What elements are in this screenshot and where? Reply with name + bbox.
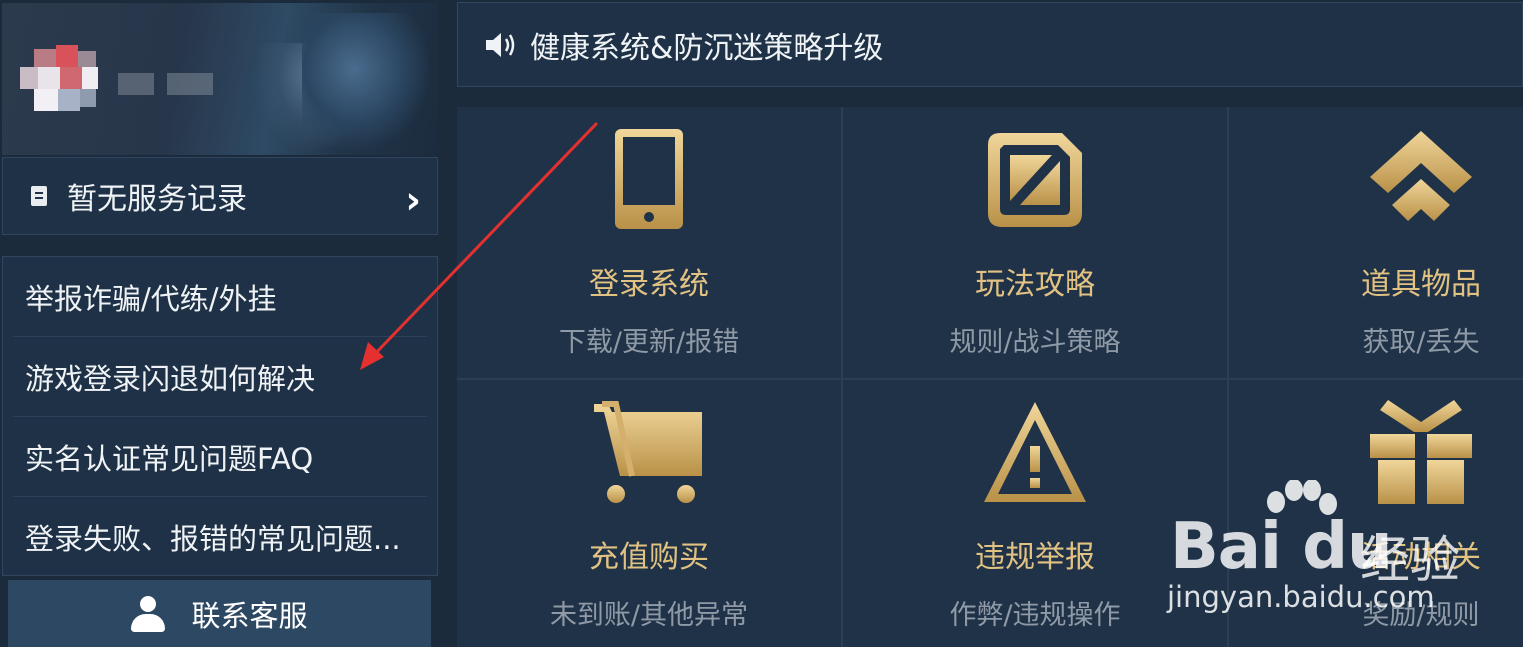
profile-banner [2,3,438,155]
tile-login-system[interactable]: 登录系统 下载/更新/报错 [457,107,841,378]
speaker-icon [486,32,515,57]
tablet-icon [615,129,683,229]
chevron-up-icon [1370,131,1472,221]
avatar[interactable] [20,45,100,115]
tile-title: 道具物品 [1361,267,1481,302]
warning-icon [984,402,1086,502]
tile-title: 违规举报 [975,540,1095,575]
gift-icon [1370,400,1472,504]
tile-violation-report[interactable]: 违规举报 作弊/违规操作 [843,380,1227,647]
notice-text: 健康系统&防沉迷策略升级 [530,30,884,66]
faq-item-login-error[interactable]: 登录失败、报错的常见问题... [13,497,427,576]
faq-list: 举报诈骗/代练/外挂 游戏登录闪退如何解决 实名认证常见问题FAQ 登录失败、报… [2,256,438,576]
tile-subtitle: 作弊/违规操作 [949,600,1121,631]
service-record-label: 暂无服务记录 [67,182,247,217]
tile-title: 活动相关 [1361,540,1481,575]
service-record-row[interactable]: 暂无服务记录 › [2,157,438,235]
tile-events[interactable]: 活动相关 奖励/规则 [1229,380,1523,647]
category-grid: 登录系统 下载/更新/报错 玩法攻略 规则/战斗策略 道具物品 获取/丢失 充值… [457,107,1523,647]
tile-title: 登录系统 [589,267,709,302]
tile-items[interactable]: 道具物品 获取/丢失 [1229,107,1523,378]
tile-title: 充值购买 [589,540,709,575]
contact-support-label: 联系客服 [191,598,308,633]
username-blurred [118,73,154,95]
tile-subtitle: 未到账/其他异常 [549,600,749,631]
tile-subtitle: 奖励/规则 [1362,600,1480,631]
userid-blurred [167,73,213,95]
person-icon [131,595,166,632]
cart-icon [594,401,702,503]
left-panel: 暂无服务记录 › 举报诈骗/代练/外挂 游戏登录闪退如何解决 实名认证常见问题F… [0,0,440,647]
strategy-icon [988,133,1082,227]
tile-subtitle: 获取/丢失 [1362,327,1480,358]
notice-bar[interactable]: 健康系统&防沉迷策略升级 [457,2,1523,87]
tile-title: 玩法攻略 [975,267,1095,302]
faq-item-report[interactable]: 举报诈骗/代练/外挂 [13,257,427,337]
document-icon [31,186,47,206]
tile-gameplay-guide[interactable]: 玩法攻略 规则/战斗策略 [843,107,1227,378]
tile-recharge[interactable]: 充值购买 未到账/其他异常 [457,380,841,647]
faq-item-login-crash[interactable]: 游戏登录闪退如何解决 [13,337,427,417]
chevron-right-icon: › [405,178,421,222]
contact-support-button[interactable]: 联系客服 [8,580,431,647]
faq-item-realname[interactable]: 实名认证常见问题FAQ [13,417,427,497]
tile-subtitle: 下载/更新/报错 [558,327,740,358]
tile-subtitle: 规则/战斗策略 [949,327,1121,358]
